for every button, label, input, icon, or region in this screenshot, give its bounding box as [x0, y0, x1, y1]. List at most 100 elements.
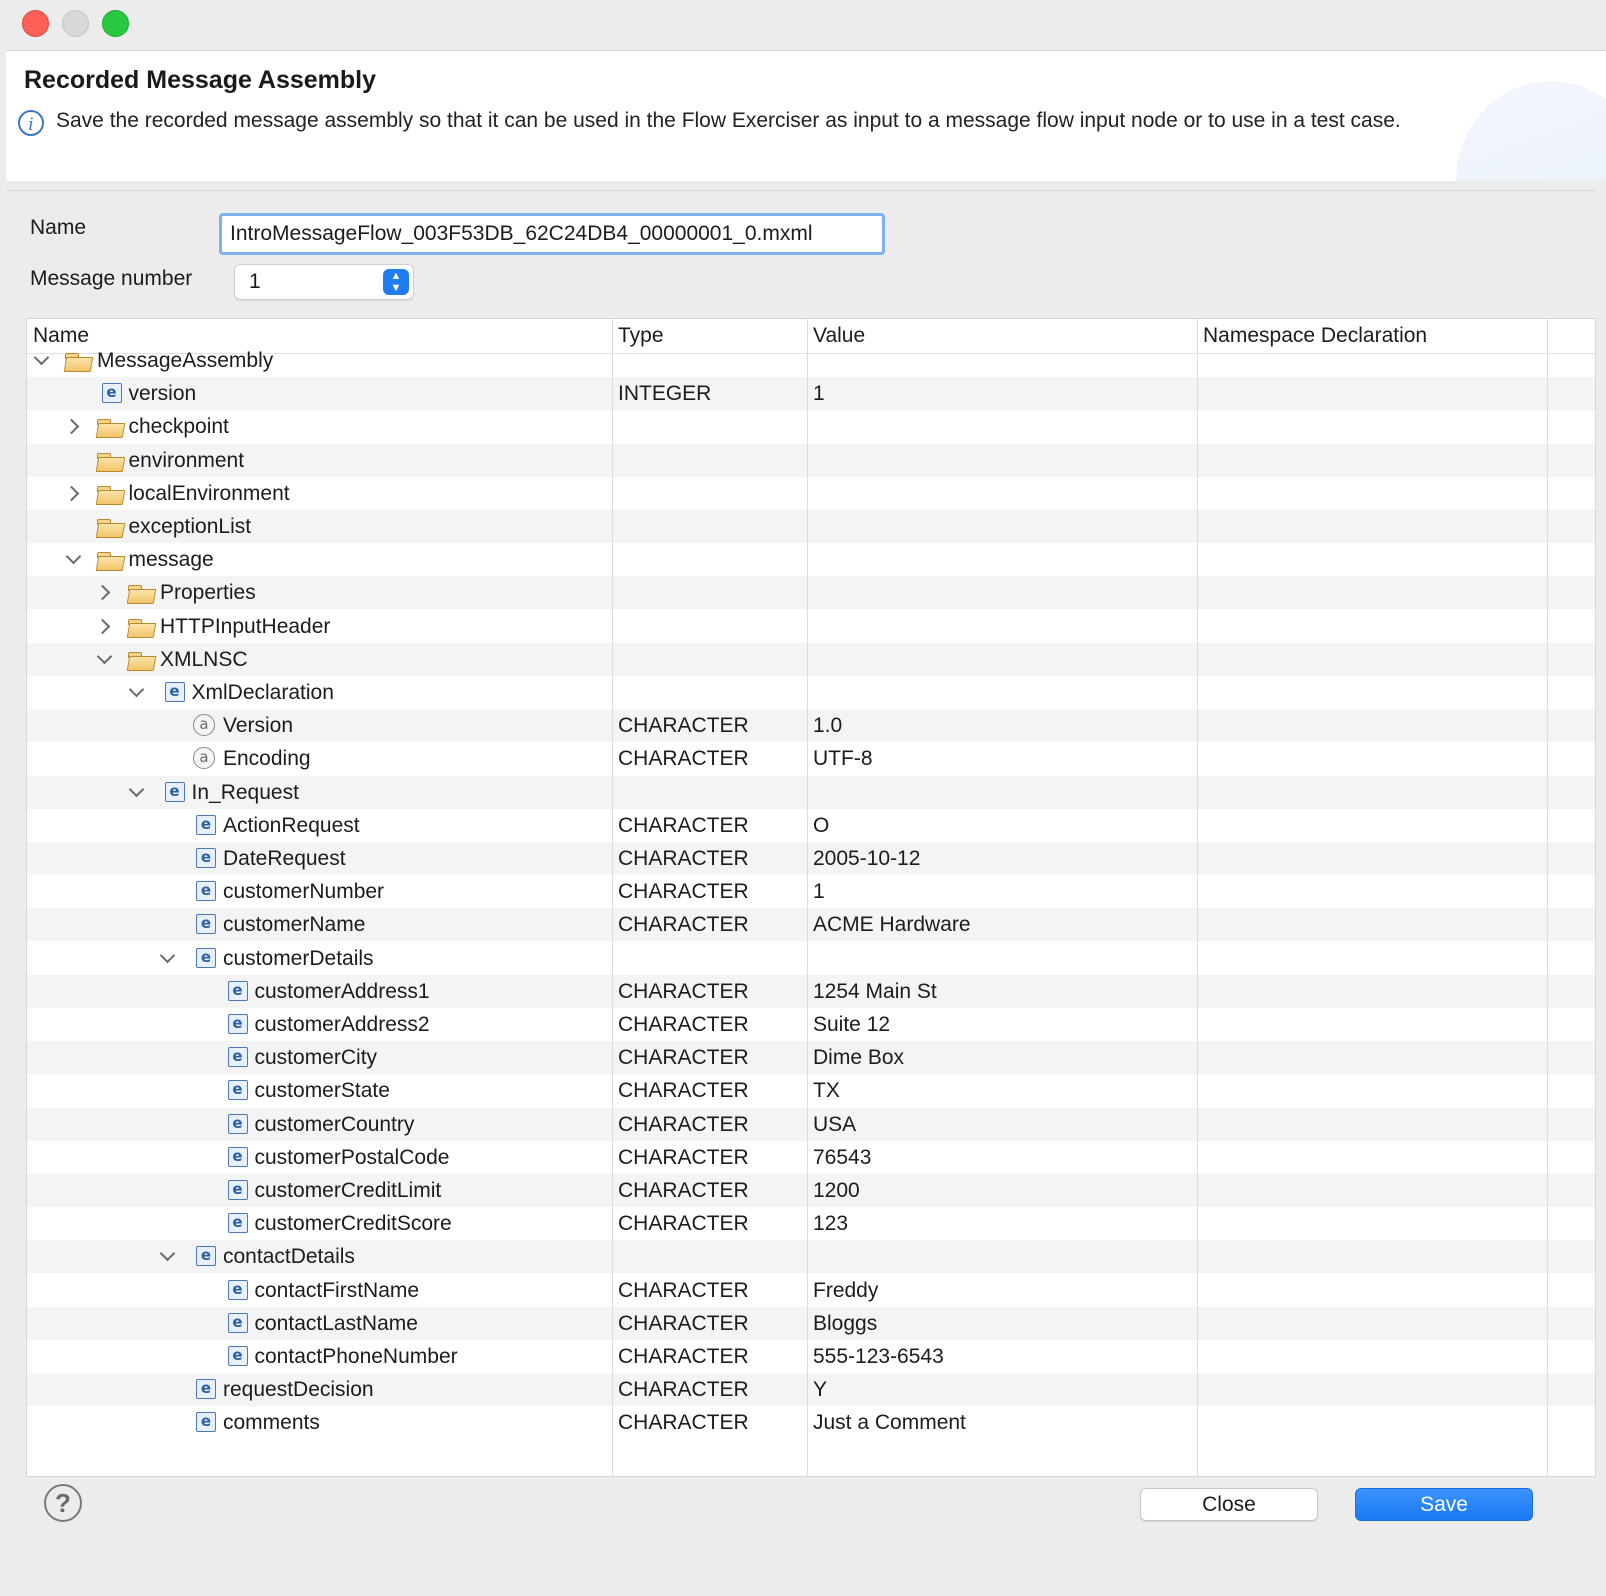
- cell-name: MessageAssembly: [97, 349, 274, 372]
- chevron-down-icon[interactable]: [128, 776, 148, 809]
- header-decoration: [1456, 81, 1606, 181]
- table-row[interactable]: a Encoding CHARACTER UTF-8: [27, 742, 1595, 775]
- cell-name: ActionRequest: [223, 813, 360, 837]
- message-tree-table[interactable]: Name Type Value Namespace Declaration Me…: [26, 318, 1596, 1477]
- table-row[interactable]: e contactLastName CHARACTER Bloggs: [27, 1306, 1595, 1340]
- cell-name: DateRequest: [223, 847, 346, 870]
- cell-type: CHARACTER: [618, 1278, 749, 1302]
- cell-name: customerCountry: [254, 1112, 415, 1136]
- cell-name: contactDetails: [223, 1245, 355, 1269]
- cell-value: 1.0: [813, 714, 843, 738]
- save-button[interactable]: Save: [1355, 1488, 1533, 1521]
- table-row[interactable]: e contactPhoneNumber CHARACTER 555-123-6543: [27, 1340, 1595, 1373]
- window-close-button[interactable]: [22, 10, 49, 37]
- element-icon: e: [196, 814, 216, 835]
- cell-type: CHARACTER: [618, 1212, 749, 1236]
- table-row[interactable]: XMLNSC: [27, 642, 1595, 676]
- dialog-header: Recorded Message Assembly i Save the rec…: [6, 51, 1606, 181]
- table-row[interactable]: checkpoint: [27, 410, 1595, 443]
- table-row[interactable]: e contactDetails: [27, 1240, 1595, 1274]
- cell-name: contactFirstName: [254, 1278, 420, 1302]
- cell-value: Dime Box: [813, 1046, 905, 1070]
- table-row[interactable]: e customerState CHARACTER TX: [27, 1074, 1595, 1107]
- element-icon: e: [164, 781, 185, 802]
- cell-type: CHARACTER: [618, 1013, 749, 1036]
- name-input[interactable]: [219, 213, 885, 255]
- table-row[interactable]: e customerAddress2 CHARACTER Suite 12: [27, 1008, 1595, 1041]
- cell-type: INTEGER: [618, 382, 712, 406]
- table-row[interactable]: e requestDecision CHARACTER Y: [27, 1373, 1595, 1407]
- chevron-down-icon[interactable]: [96, 643, 116, 676]
- element-icon: e: [196, 947, 216, 968]
- chevron-right-icon[interactable]: [96, 610, 116, 643]
- table-row[interactable]: e customerCountry CHARACTER USA: [27, 1107, 1595, 1141]
- chevron-right-icon[interactable]: [96, 576, 116, 609]
- close-button[interactable]: Close: [1140, 1488, 1318, 1521]
- message-number-stepper[interactable]: 1 ▲ ▼: [234, 264, 414, 300]
- table-row[interactable]: e customerAddress1 CHARACTER 1254 Main St: [27, 974, 1595, 1008]
- column-divider: [1197, 319, 1198, 1476]
- cell-name: customerState: [254, 1079, 390, 1103]
- chevron-down-icon[interactable]: [159, 1240, 179, 1273]
- cell-type: CHARACTER: [618, 979, 749, 1003]
- table-row[interactable]: e customerCreditScore CHARACTER 123: [27, 1207, 1595, 1240]
- table-row[interactable]: Properties: [27, 576, 1595, 610]
- chevron-down-icon[interactable]: [65, 543, 85, 576]
- name-label: Name: [30, 216, 87, 239]
- chevron-down-icon[interactable]: [128, 676, 148, 709]
- cell-value: 1200: [813, 1179, 860, 1202]
- table-row[interactable]: message: [27, 543, 1595, 576]
- table-row[interactable]: e DateRequest CHARACTER 2005-10-12: [27, 842, 1595, 875]
- table-row[interactable]: e version INTEGER 1: [27, 377, 1595, 411]
- cell-type: CHARACTER: [618, 813, 749, 837]
- chevron-right-icon[interactable]: [65, 477, 85, 510]
- window-minimize-button[interactable]: [62, 10, 89, 37]
- table-row[interactable]: e contactFirstName CHARACTER Freddy: [27, 1274, 1595, 1307]
- element-icon: e: [227, 1113, 248, 1134]
- table-row[interactable]: MessageAssembly: [27, 344, 1595, 377]
- cell-value: Freddy: [813, 1278, 879, 1302]
- cell-value: 123: [813, 1212, 849, 1236]
- table-row[interactable]: e In_Request: [27, 775, 1595, 809]
- cell-name: HTTPInputHeader: [160, 614, 331, 638]
- cell-value: Bloggs: [813, 1311, 878, 1335]
- table-row[interactable]: e XmlDeclaration: [27, 676, 1595, 709]
- table-row[interactable]: e customerName CHARACTER ACME Hardware: [27, 908, 1595, 942]
- cell-type: CHARACTER: [618, 1145, 749, 1169]
- chevron-down-icon[interactable]: [159, 942, 179, 975]
- table-row[interactable]: localEnvironment: [27, 477, 1595, 510]
- cell-name: In_Request: [191, 780, 299, 804]
- element-icon: e: [227, 1180, 248, 1200]
- table-row[interactable]: e customerCity CHARACTER Dime Box: [27, 1041, 1595, 1075]
- message-number-value: 1: [249, 270, 261, 293]
- table-row[interactable]: e customerCreditLimit CHARACTER 1200: [27, 1174, 1595, 1207]
- window-zoom-button[interactable]: [102, 10, 129, 37]
- help-icon[interactable]: ?: [44, 1484, 82, 1522]
- chevron-down-icon[interactable]: [33, 344, 53, 377]
- table-row[interactable]: exceptionList: [27, 510, 1595, 543]
- table-row[interactable]: e customerDetails: [27, 942, 1595, 975]
- cell-type: CHARACTER: [618, 1079, 749, 1103]
- table-row[interactable]: e customerNumber CHARACTER 1: [27, 875, 1595, 908]
- table-row[interactable]: HTTPInputHeader: [27, 610, 1595, 643]
- cell-name: contactLastName: [254, 1311, 418, 1335]
- table-row[interactable]: e comments CHARACTER Just a Comment: [27, 1406, 1595, 1439]
- folder-icon: [96, 415, 121, 437]
- cell-type: CHARACTER: [618, 880, 749, 904]
- stepper-arrows-icon[interactable]: ▲ ▼: [383, 269, 409, 295]
- element-icon: e: [227, 1047, 248, 1068]
- dialog-description: Save the recorded message assembly so th…: [56, 109, 1401, 132]
- chevron-right-icon[interactable]: [65, 410, 85, 443]
- cell-name: customerCreditLimit: [254, 1179, 442, 1202]
- table-row[interactable]: a Version CHARACTER 1.0: [27, 709, 1595, 743]
- folder-icon: [96, 482, 121, 504]
- cell-name: customerCreditScore: [254, 1212, 452, 1236]
- table-row[interactable]: e customerPostalCode CHARACTER 76543: [27, 1141, 1595, 1174]
- element-icon: e: [227, 980, 248, 1001]
- cell-value: USA: [813, 1112, 857, 1136]
- title-bar: [6, 0, 1606, 51]
- cell-name: contactPhoneNumber: [254, 1345, 458, 1368]
- table-row[interactable]: e ActionRequest CHARACTER O: [27, 809, 1595, 842]
- folder-icon: [128, 615, 152, 637]
- table-row[interactable]: environment: [27, 443, 1595, 477]
